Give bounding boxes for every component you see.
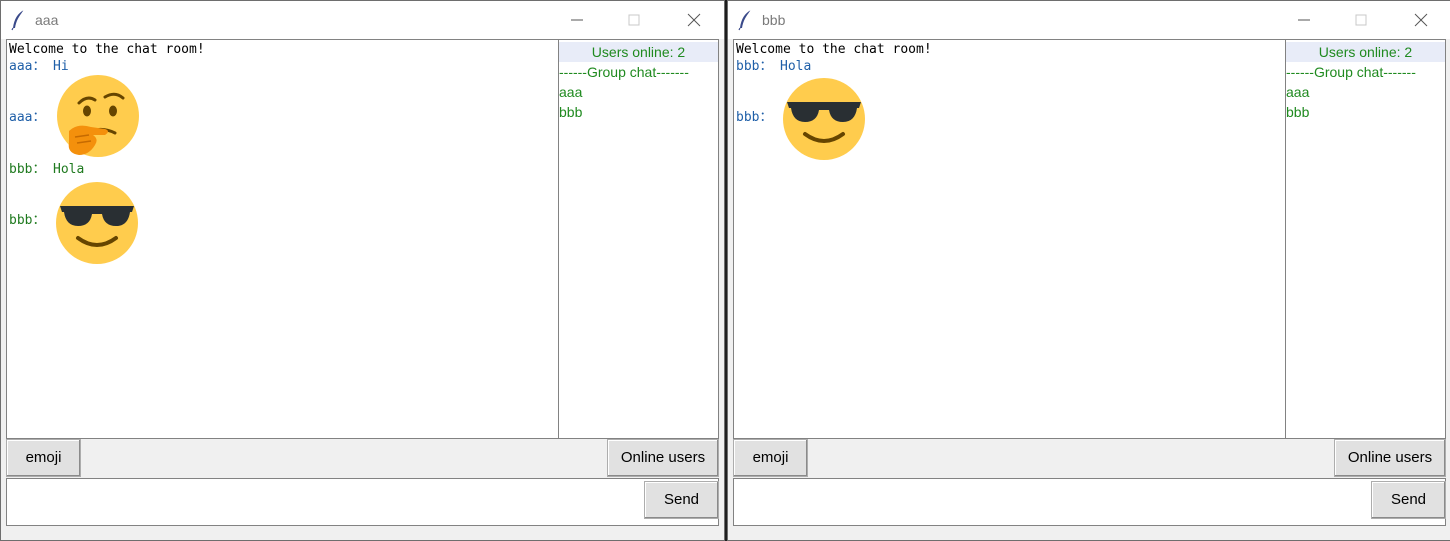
send-button[interactable]: Send xyxy=(1371,481,1446,519)
welcome-message: Welcome to the chat room! xyxy=(9,42,205,57)
message-input[interactable] xyxy=(6,478,644,526)
minimize-icon xyxy=(571,19,583,21)
chat-history[interactable]: Welcome to the chat room! aaa： Hi aaa： b… xyxy=(6,39,559,439)
minimize-button[interactable] xyxy=(1281,7,1327,33)
users-list-panel[interactable]: Users online: 2 ------Group chat------- … xyxy=(1285,39,1446,439)
group-chat-item[interactable]: ------Group chat------- xyxy=(1286,62,1445,82)
feather-icon xyxy=(11,9,25,31)
send-button[interactable]: Send xyxy=(644,481,719,519)
message-sender: bbb： xyxy=(736,110,773,125)
minimize-icon xyxy=(1298,19,1310,21)
chat-window-aaa: aaa Welcome to the chat room! aaa： Hi aa… xyxy=(0,0,725,541)
chat-history[interactable]: Welcome to the chat room! bbb： Hola bbb： xyxy=(733,39,1286,439)
users-online-header: Users online: 2 xyxy=(1286,42,1445,62)
user-item-bbb[interactable]: bbb xyxy=(1286,102,1445,122)
close-icon xyxy=(687,13,701,27)
message-sender: bbb： xyxy=(9,213,46,228)
message-input[interactable] xyxy=(733,478,1371,526)
message-text: Hola xyxy=(53,162,85,177)
maximize-icon xyxy=(628,14,640,26)
online-users-button[interactable]: Online users xyxy=(607,439,719,477)
window-title: bbb xyxy=(762,12,786,28)
online-users-button[interactable]: Online users xyxy=(1334,439,1446,477)
users-list-panel[interactable]: Users online: 2 ------Group chat------- … xyxy=(558,39,719,439)
user-item-bbb[interactable]: bbb xyxy=(559,102,718,122)
close-icon xyxy=(1414,13,1428,27)
message-text: Hola xyxy=(780,59,812,74)
user-item-aaa[interactable]: aaa xyxy=(559,82,718,102)
sunglasses-face-icon xyxy=(783,78,865,160)
maximize-icon xyxy=(1355,14,1367,26)
title-bar[interactable]: aaa xyxy=(1,1,724,39)
minimize-button[interactable] xyxy=(554,7,600,33)
title-bar[interactable]: bbb xyxy=(728,1,1450,39)
sunglasses-face-icon xyxy=(56,182,138,264)
message-sender: bbb： xyxy=(9,162,46,177)
emoji-button[interactable]: emoji xyxy=(733,439,808,477)
group-chat-item[interactable]: ------Group chat------- xyxy=(559,62,718,82)
message-sender: bbb： xyxy=(736,59,773,74)
close-button[interactable] xyxy=(671,7,717,33)
feather-icon xyxy=(738,9,752,31)
chat-window-bbb: bbb Welcome to the chat room! bbb： Hola … xyxy=(727,0,1450,541)
user-item-aaa[interactable]: aaa xyxy=(1286,82,1445,102)
message-sender: aaa： xyxy=(9,59,46,74)
close-button[interactable] xyxy=(1398,7,1444,33)
welcome-message: Welcome to the chat room! xyxy=(736,42,932,57)
thinking-face-icon xyxy=(57,75,139,157)
maximize-button[interactable] xyxy=(1338,7,1384,33)
maximize-button[interactable] xyxy=(611,7,657,33)
message-sender: aaa： xyxy=(9,110,46,125)
emoji-button[interactable]: emoji xyxy=(6,439,81,477)
users-online-header: Users online: 2 xyxy=(559,42,718,62)
window-title: aaa xyxy=(35,12,59,28)
